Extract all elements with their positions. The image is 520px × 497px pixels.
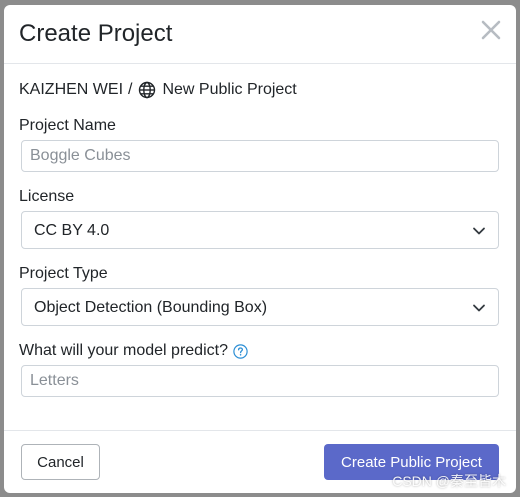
cancel-button[interactable]: Cancel: [21, 444, 100, 480]
project-name-input[interactable]: [21, 140, 499, 172]
help-icon[interactable]: [233, 343, 248, 359]
chevron-down-icon: [472, 301, 486, 315]
breadcrumb-project: New Public Project: [162, 81, 297, 98]
breadcrumb-separator: /: [128, 81, 133, 98]
project-type-select[interactable]: Object Detection (Bounding Box): [21, 288, 499, 326]
predict-label-text: What will your model predict?: [19, 342, 228, 359]
project-type-value: Object Detection (Bounding Box): [34, 299, 268, 316]
dialog-header: Create Project: [4, 5, 516, 64]
globe-icon: [138, 81, 156, 99]
close-icon[interactable]: [480, 19, 502, 41]
project-type-label: Project Type: [19, 265, 108, 282]
breadcrumb: KAIZHEN WEI / New Public Project: [19, 80, 297, 100]
chevron-down-icon: [472, 224, 486, 238]
create-project-dialog: Create Project KAIZHEN WEI / New Public …: [4, 5, 516, 493]
license-select[interactable]: CC BY 4.0: [21, 211, 499, 249]
create-public-project-button[interactable]: Create Public Project: [324, 444, 499, 480]
predict-label: What will your model predict?: [19, 341, 248, 361]
project-name-label: Project Name: [19, 117, 116, 134]
breadcrumb-owner: KAIZHEN WEI: [19, 81, 124, 98]
license-value: CC BY 4.0: [34, 222, 110, 239]
license-label: License: [19, 188, 75, 205]
dialog-title: Create Project: [19, 20, 173, 47]
dialog-footer: Cancel Create Public Project: [4, 430, 516, 494]
predict-input[interactable]: [21, 365, 499, 397]
